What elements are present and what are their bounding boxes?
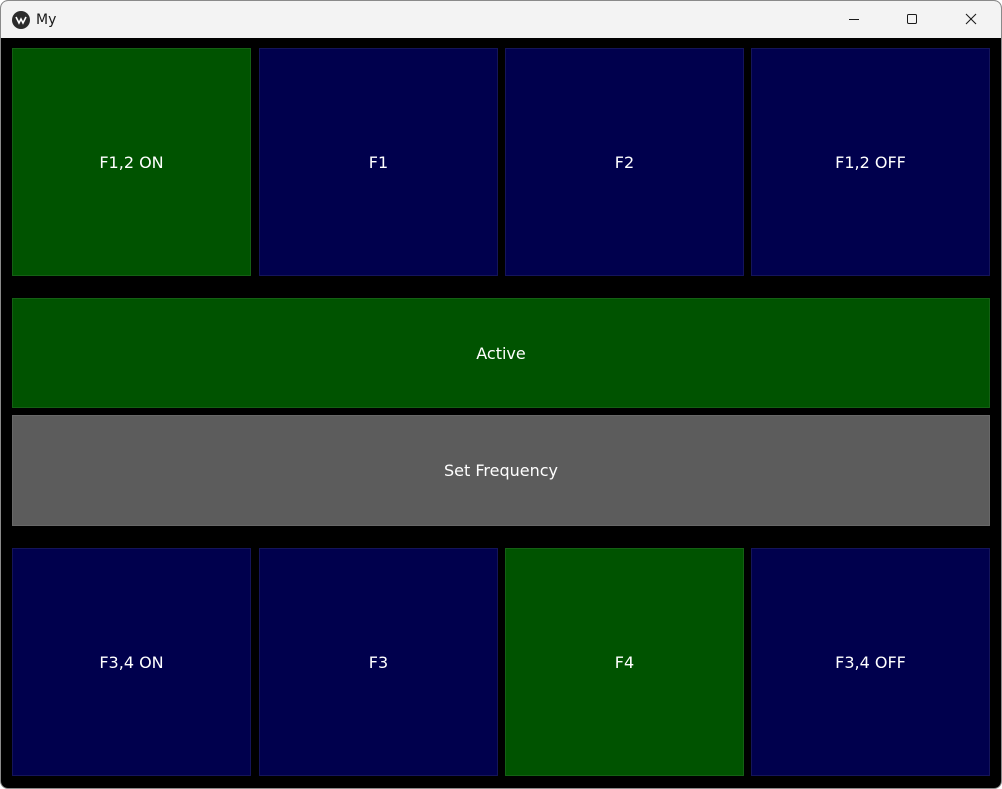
minimize-icon <box>849 19 859 20</box>
window-title: My <box>36 12 57 28</box>
maximize-icon <box>907 14 917 24</box>
minimize-button[interactable] <box>825 1 883 38</box>
kivy-logo-icon <box>12 11 30 29</box>
f12-on-button[interactable]: F1,2 ON <box>12 48 251 276</box>
f12-off-button[interactable]: F1,2 OFF <box>751 48 990 276</box>
f1-button[interactable]: F1 <box>259 48 498 276</box>
close-icon <box>965 13 977 25</box>
app-window: My F1,2 ON F1 F2 F1,2 OFF Active Set Fre… <box>0 0 1002 789</box>
close-button[interactable] <box>942 1 1000 38</box>
set-frequency-button[interactable]: Set Frequency <box>12 415 990 526</box>
maximize-button[interactable] <box>883 1 941 38</box>
f34-on-button[interactable]: F3,4 ON <box>12 548 251 776</box>
f2-button[interactable]: F2 <box>505 48 744 276</box>
title-bar[interactable]: My <box>1 1 1001 38</box>
f3-button[interactable]: F3 <box>259 548 498 776</box>
f4-button[interactable]: F4 <box>505 548 744 776</box>
f34-off-button[interactable]: F3,4 OFF <box>751 548 990 776</box>
active-status-button[interactable]: Active <box>12 298 990 408</box>
